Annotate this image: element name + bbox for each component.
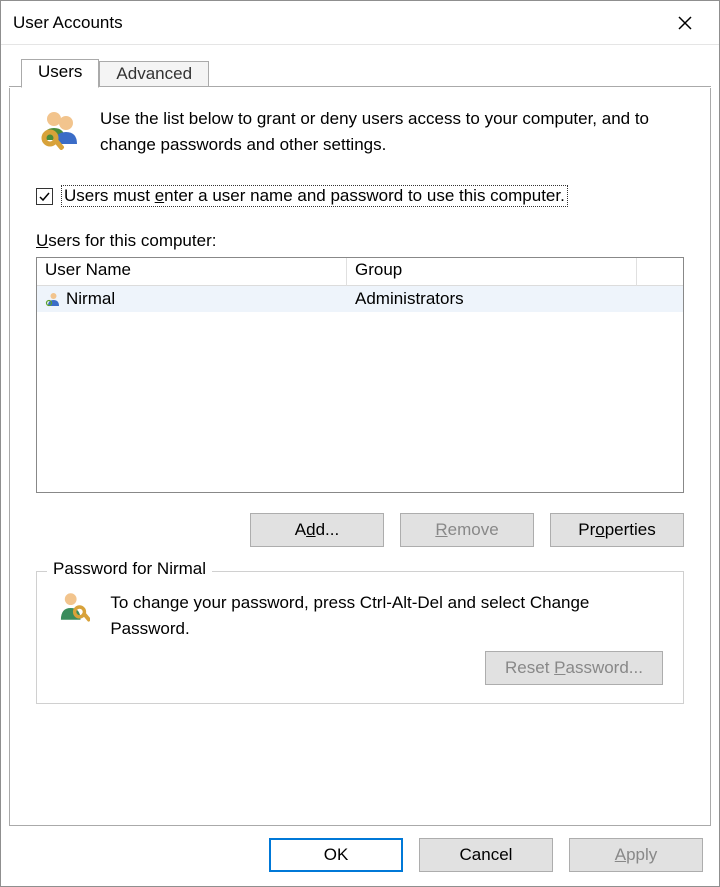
column-header-username[interactable]: User Name (37, 258, 347, 286)
close-button[interactable] (663, 1, 707, 45)
users-button-row: Add... Remove Properties (36, 513, 684, 547)
cell-username: Nirmal (37, 289, 347, 309)
must-enter-password-label[interactable]: Users must enter a user name and passwor… (61, 185, 568, 207)
close-icon (678, 16, 692, 30)
reset-password-button[interactable]: Reset Password... (485, 651, 663, 685)
tab-border (9, 86, 711, 87)
titlebar: User Accounts (1, 1, 719, 45)
password-instruction-text: To change your password, press Ctrl-Alt-… (110, 590, 663, 641)
dialog-footer: OK Cancel Apply (1, 826, 719, 886)
users-list-label: Users for this computer: (36, 231, 684, 251)
intro-row: Use the list below to grant or deny user… (36, 106, 684, 157)
tab-panel-users: Use the list below to grant or deny user… (9, 88, 711, 826)
check-icon (38, 190, 51, 203)
must-enter-password-checkbox-row: Users must enter a user name and passwor… (36, 185, 684, 207)
password-row: To change your password, press Ctrl-Alt-… (55, 590, 663, 641)
reset-password-row: Reset Password... (55, 651, 663, 685)
column-header-group[interactable]: Group (347, 258, 637, 286)
password-fieldset: Password for Nirmal To change your passw… (36, 571, 684, 704)
users-table: User Name Group Nirmal Administrators (36, 257, 684, 493)
user-row-icon (45, 291, 62, 308)
must-enter-password-checkbox[interactable] (36, 188, 53, 205)
table-header-row: User Name Group (37, 258, 683, 286)
column-header-spacer (637, 258, 683, 286)
ok-button[interactable]: OK (269, 838, 403, 872)
user-key-icon (55, 590, 90, 626)
apply-button[interactable]: Apply (569, 838, 703, 872)
tab-advanced[interactable]: Advanced (99, 61, 209, 87)
table-row[interactable]: Nirmal Administrators (37, 286, 683, 312)
add-button[interactable]: Add... (250, 513, 384, 547)
password-fieldset-legend: Password for Nirmal (47, 559, 212, 579)
tabstrip: Users Advanced (1, 59, 719, 87)
cancel-button[interactable]: Cancel (419, 838, 553, 872)
properties-button[interactable]: Properties (550, 513, 684, 547)
intro-text: Use the list below to grant or deny user… (100, 106, 684, 157)
window-title: User Accounts (13, 13, 663, 33)
remove-button[interactable]: Remove (400, 513, 534, 547)
cell-group: Administrators (347, 289, 637, 309)
user-accounts-icon (36, 106, 84, 154)
tab-users[interactable]: Users (21, 59, 99, 88)
